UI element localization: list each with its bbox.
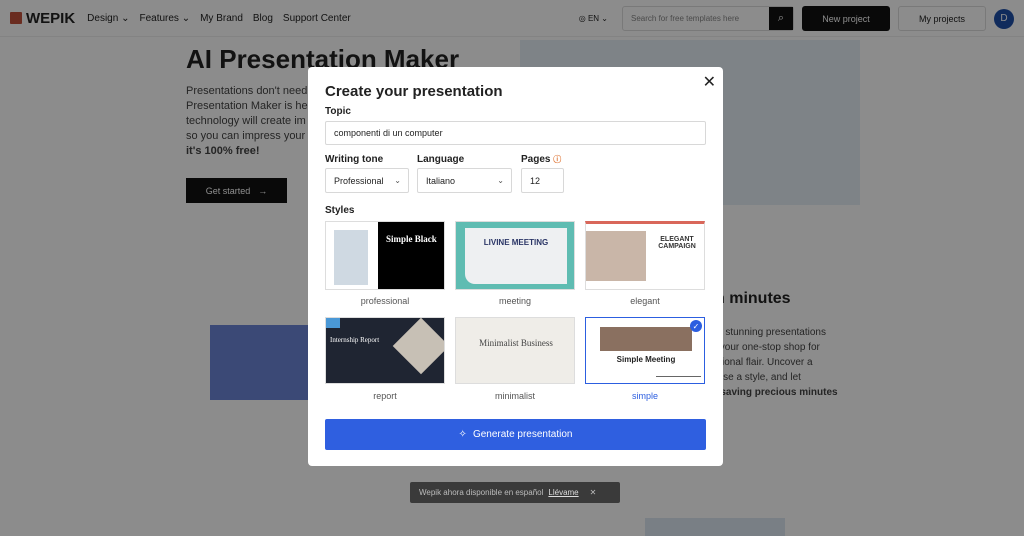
style-caption: report xyxy=(373,391,397,401)
style-caption: meeting xyxy=(498,296,532,306)
styles-label: Styles xyxy=(325,205,355,216)
style-card-professional[interactable]: Simple Black xyxy=(325,221,445,290)
style-card-meeting[interactable]: LIVINE MEETING xyxy=(455,221,575,290)
preview-photo xyxy=(392,318,444,375)
chevron-down-icon: ⌄ xyxy=(497,176,504,185)
modal-title: Create your presentation xyxy=(325,83,503,100)
style-card-report[interactable]: Internship Report xyxy=(325,317,445,384)
pages-input[interactable]: 12 xyxy=(521,168,564,193)
language-toast: Wepik ahora disponible en español Llévame… xyxy=(410,482,620,503)
style-caption: elegant xyxy=(630,296,660,306)
style-caption: professional xyxy=(360,296,410,306)
close-icon[interactable]: ✕ xyxy=(703,72,716,92)
style-caption: minimalist xyxy=(494,391,535,401)
style-card-minimalist[interactable]: Minimalist Business xyxy=(455,317,575,384)
check-icon: ✓ xyxy=(690,320,702,332)
style-card-simple[interactable]: Simple Meeting ✓ xyxy=(585,317,705,384)
tone-label: Writing tone xyxy=(325,154,384,165)
toast-link[interactable]: Llévame xyxy=(548,488,578,497)
pages-label: Pages ⓘ xyxy=(521,154,562,165)
style-caption: simple xyxy=(631,391,658,401)
topic-input[interactable]: componenti di un computer xyxy=(325,121,706,145)
style-card-elegant[interactable]: ELEGANT CAMPAIGN xyxy=(585,221,705,290)
generate-presentation-button[interactable]: ✧ Generate presentation xyxy=(325,419,706,450)
close-icon[interactable]: ✕ xyxy=(590,488,597,497)
preview-photo xyxy=(600,327,692,351)
language-label: Language xyxy=(417,154,465,165)
tone-select[interactable]: Professional ⌄ xyxy=(325,168,409,193)
language-select[interactable]: Italiano ⌄ xyxy=(417,168,512,193)
info-icon[interactable]: ⓘ xyxy=(553,155,561,164)
preview-photo xyxy=(334,230,368,285)
preview-photo xyxy=(586,231,646,281)
create-presentation-modal: ✕ Create your presentation Topic compone… xyxy=(308,67,723,466)
magic-wand-icon: ✧ xyxy=(458,429,467,440)
topic-label: Topic xyxy=(325,106,351,117)
chevron-down-icon: ⌄ xyxy=(394,176,401,185)
